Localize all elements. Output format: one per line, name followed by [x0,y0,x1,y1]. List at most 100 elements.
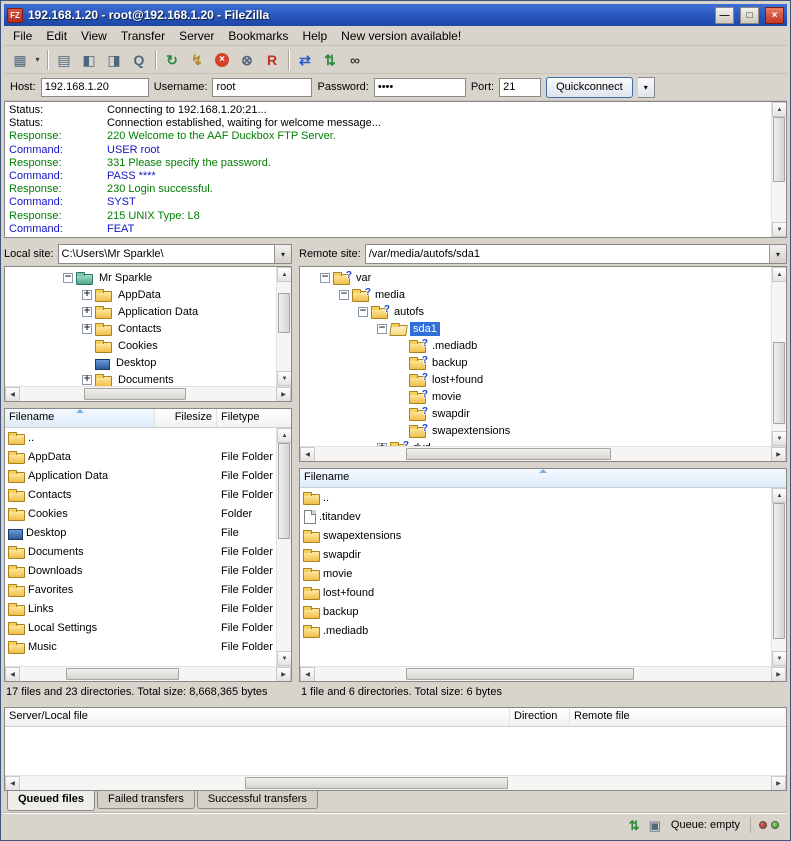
column-header-remote-file[interactable]: Remote file [570,708,786,726]
password-input[interactable] [374,78,466,97]
tray-window-icon[interactable]: ▣ [649,819,661,832]
combo-dropdown-icon[interactable]: ▾ [769,245,786,263]
tree-item[interactable]: lost+found [300,371,771,388]
log-vertical-scrollbar[interactable]: ▲ ▼ [771,102,786,237]
process-queue-button[interactable]: ↯ [185,49,209,71]
lost+found-button[interactable]: lost+found [300,583,771,602]
find-files-button[interactable]: ∞ [343,49,367,71]
scroll-left-icon[interactable]: ◀ [300,447,315,462]
cancel-operation-button[interactable]: × [210,49,234,71]
Links-button[interactable]: Links File Folder [5,599,276,618]
refresh-button[interactable]: ↻ [160,49,184,71]
scroll-up-icon[interactable]: ▲ [772,102,787,117]
Documents-button[interactable]: Documents File Folder [5,542,276,561]
speed-limits-icon[interactable]: ⇅ [629,819,640,832]
scroll-thumb[interactable] [406,668,634,680]
tree-item[interactable]: autofs [300,303,771,320]
disconnect-button[interactable]: ⊗ [235,49,259,71]
local-site-combobox[interactable]: C:\Users\Mr Sparkle\ ▾ [58,244,292,264]
tree-item[interactable]: var [300,269,771,286]
backup-button[interactable]: backup [300,602,771,621]
scroll-up-icon[interactable]: ▲ [772,488,786,503]
scroll-left-icon[interactable]: ◀ [300,667,315,682]
Contacts-button[interactable]: Contacts File Folder [5,485,276,504]
local-tree-horizontal-scrollbar[interactable]: ◀ ▶ [5,386,291,401]
scroll-down-icon[interactable]: ▼ [277,371,291,386]
.titandev-button[interactable]: .titandev [300,507,771,526]
swapdir-button[interactable]: swapdir [300,545,771,564]
host-input[interactable] [41,78,149,97]
Desktop-button[interactable]: Desktop File [5,523,276,542]
tree-item[interactable]: Application Data [5,303,276,320]
scroll-left-icon[interactable]: ◀ [5,667,20,682]
scroll-up-icon[interactable]: ▲ [277,267,291,282]
scroll-down-icon[interactable]: ▼ [772,222,787,237]
scroll-thumb[interactable] [278,443,290,539]
tree-item[interactable]: backup [300,354,771,371]
Application Data-button[interactable]: Application Data File Folder [5,466,276,485]
swapextensions-button[interactable]: swapextensions [300,526,771,545]
queue-tab[interactable]: Queued files [7,791,95,811]
Downloads-button[interactable]: Downloads File Folder [5,561,276,580]
queue-tab[interactable]: Successful transfers [197,791,318,809]
..-button[interactable]: .. [5,428,276,447]
column-header-filename[interactable]: Filename [300,469,786,487]
scroll-thumb[interactable] [84,388,186,400]
Cookies-button[interactable]: Cookies Folder [5,504,276,523]
site-manager-dropdown-caret-icon[interactable]: ▾ [32,49,43,71]
movie-button[interactable]: movie [300,564,771,583]
local-list-vertical-scrollbar[interactable]: ▲ ▼ [276,428,291,666]
remote-list-horizontal-scrollbar[interactable]: ◀ ▶ [300,666,786,681]
tree-item[interactable]: Mr Sparkle [5,269,276,286]
Local Settings-button[interactable]: Local Settings File Folder [5,618,276,637]
scroll-down-icon[interactable]: ▼ [772,651,786,666]
tree-item[interactable]: media [300,286,771,303]
queue-tab[interactable]: Failed transfers [97,791,195,809]
menu-item[interactable]: New version available! [334,27,468,45]
scroll-up-icon[interactable]: ▲ [277,428,291,443]
combo-dropdown-icon[interactable]: ▾ [274,245,291,263]
local-list-horizontal-scrollbar[interactable]: ◀ ▶ [5,666,291,681]
toggle-message-log-button[interactable]: ▤ [52,49,76,71]
scroll-up-icon[interactable]: ▲ [772,267,786,282]
menu-item[interactable]: Help [295,27,334,45]
tree-expander-plus-icon[interactable] [81,303,95,320]
column-header-filesize[interactable]: Filesize [155,409,217,427]
remote-tree-vertical-scrollbar[interactable]: ▲ ▼ [771,267,786,446]
close-button[interactable]: × [765,7,784,24]
toggle-local-tree-button[interactable]: ◧ [77,49,101,71]
directory-comparison-button[interactable]: ⇄ [293,49,317,71]
scroll-down-icon[interactable]: ▼ [277,651,291,666]
scroll-thumb[interactable] [406,448,611,460]
tree-item[interactable]: sda1 [300,320,771,337]
menu-item[interactable]: File [6,27,39,45]
tree-expander-minus-icon[interactable] [376,320,390,337]
tree-item[interactable]: Documents [5,371,276,386]
username-input[interactable] [212,78,312,97]
Music-button[interactable]: Music File Folder [5,637,276,656]
maximize-button[interactable]: □ [740,7,759,24]
tree-item[interactable]: swapdir [300,405,771,422]
column-header-filename[interactable]: Filename [5,409,155,427]
site-manager-button[interactable]: ▦ [8,49,32,71]
scroll-right-icon[interactable]: ▶ [276,667,291,682]
scroll-left-icon[interactable]: ◀ [5,387,20,402]
tree-expander-minus-icon[interactable] [62,269,76,286]
queue-horizontal-scrollbar[interactable]: ◀ ▶ [5,775,786,790]
tree-expander-minus-icon[interactable] [338,286,352,303]
tree-item[interactable]: Desktop [5,354,276,371]
scroll-thumb[interactable] [773,503,785,639]
column-header-filetype[interactable]: Filetype [217,409,291,427]
menu-item[interactable]: Bookmarks [221,27,295,45]
minimize-button[interactable]: — [715,7,734,24]
scroll-down-icon[interactable]: ▼ [772,431,786,446]
tree-item[interactable]: .mediadb [300,337,771,354]
scroll-left-icon[interactable]: ◀ [5,776,20,791]
tree-item[interactable]: Cookies [5,337,276,354]
tree-item[interactable]: movie [300,388,771,405]
tree-item[interactable]: Contacts [5,320,276,337]
scroll-thumb[interactable] [773,117,785,182]
toggle-queue-button[interactable]: Q [127,49,151,71]
tree-expander-plus-icon[interactable] [81,320,95,337]
quickconnect-dropdown-caret-icon[interactable]: ▾ [638,77,655,98]
